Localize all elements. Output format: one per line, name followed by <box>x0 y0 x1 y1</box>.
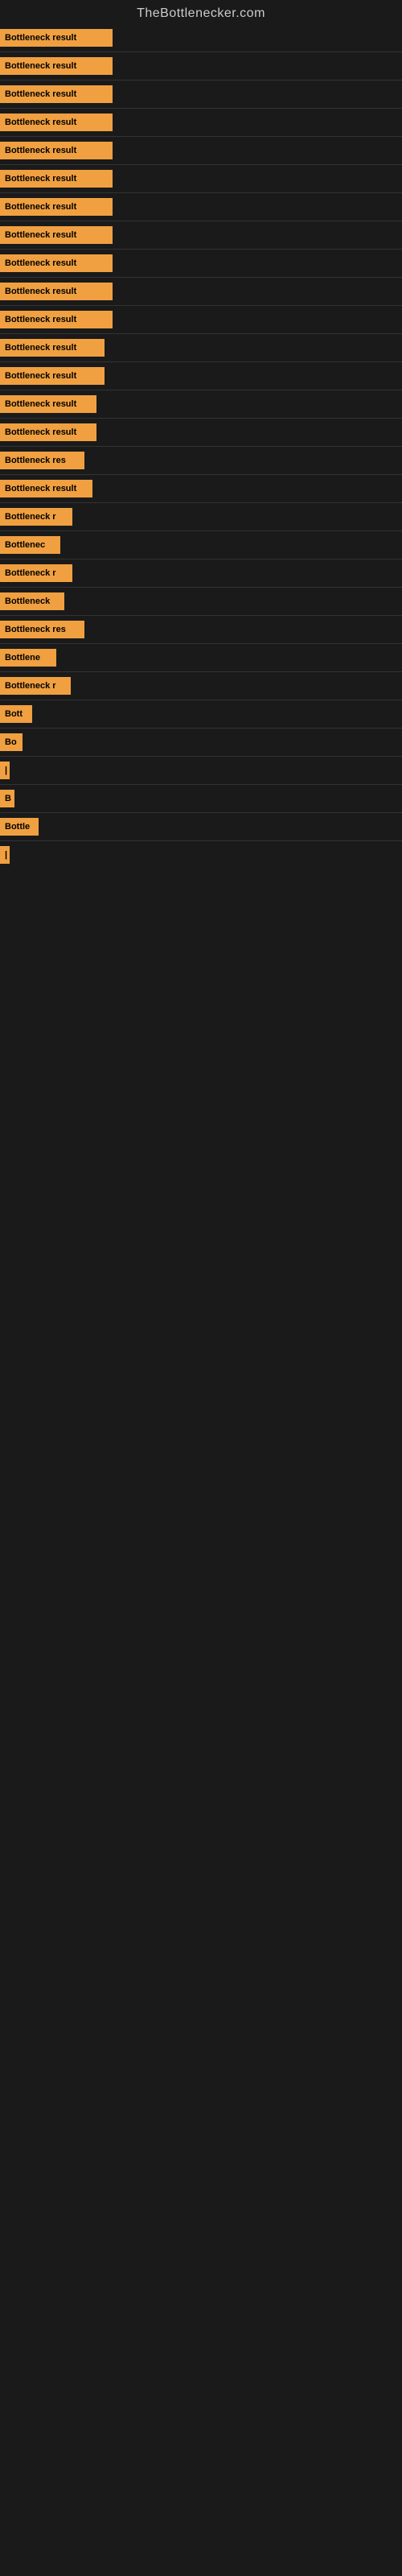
bar-row: Bottleneck r <box>0 559 402 587</box>
bar-label: Bottleneck result <box>0 367 105 385</box>
bar-label: Bottleneck result <box>0 142 113 159</box>
bar-row: B <box>0 785 402 812</box>
bar-row: Bottleneck result <box>0 137 402 164</box>
bar-row: Bottleneck result <box>0 278 402 305</box>
bar-label: | <box>0 846 10 864</box>
bar-label: Bottleneck result <box>0 114 113 131</box>
bar-label: Bottleneck result <box>0 29 113 47</box>
bar-label: Bott <box>0 705 32 723</box>
bar-label: Bottleneck result <box>0 423 96 441</box>
bar-label: Bottleneck result <box>0 311 113 328</box>
bar-label: Bottleneck r <box>0 677 71 695</box>
bar-row: Bottleneck result <box>0 362 402 390</box>
bar-label: | <box>0 762 10 779</box>
bar-label: Bottleneck result <box>0 170 113 188</box>
bar-row: Bottleneck result <box>0 390 402 418</box>
bar-row: Bottleneck result <box>0 221 402 249</box>
bar-label: Bottleneck res <box>0 452 84 469</box>
bar-label: Bottleneck res <box>0 621 84 638</box>
bar-row: Bottlene <box>0 644 402 671</box>
bar-label: Bottlene <box>0 649 56 667</box>
bar-label: Bottleneck result <box>0 57 113 75</box>
bar-row: Bottleneck result <box>0 52 402 80</box>
bar-label: Bottleneck result <box>0 480 92 497</box>
bar-label: Bottleneck result <box>0 395 96 413</box>
bar-row: Bottleneck result <box>0 306 402 333</box>
bar-row: Bottleneck res <box>0 447 402 474</box>
bar-row: Bottleneck result <box>0 165 402 192</box>
bars-container: Bottleneck result Bottleneck result Bottle… <box>0 24 402 869</box>
bar-row: Bottleneck <box>0 588 402 615</box>
bar-row: | <box>0 757 402 784</box>
bar-row: Bottle <box>0 813 402 840</box>
bar-row: Bottlenec <box>0 531 402 559</box>
bar-label: Bottleneck result <box>0 254 113 272</box>
bar-label: Bottleneck result <box>0 339 105 357</box>
bar-row: Bottleneck result <box>0 24 402 52</box>
bar-label: Bottle <box>0 818 39 836</box>
bar-label: Bo <box>0 733 23 751</box>
bar-row: Bottleneck result <box>0 419 402 446</box>
bar-row: Bottleneck r <box>0 672 402 700</box>
bar-row: Bott <box>0 700 402 728</box>
bar-row: Bo <box>0 729 402 756</box>
bar-row: Bottleneck result <box>0 109 402 136</box>
bar-row: Bottleneck result <box>0 334 402 361</box>
bar-label: Bottleneck result <box>0 226 113 244</box>
bar-row: Bottleneck r <box>0 503 402 530</box>
bar-row: Bottleneck result <box>0 475 402 502</box>
bar-row: Bottleneck res <box>0 616 402 643</box>
site-title: TheBottlenecker.com <box>0 0 402 24</box>
bar-row: Bottleneck result <box>0 193 402 221</box>
bar-label: Bottleneck r <box>0 508 72 526</box>
bar-row: Bottleneck result <box>0 250 402 277</box>
bar-label: B <box>0 790 14 807</box>
bar-label: Bottleneck result <box>0 198 113 216</box>
bar-label: Bottleneck result <box>0 85 113 103</box>
bar-label: Bottleneck <box>0 592 64 610</box>
bar-label: Bottleneck result <box>0 283 113 300</box>
bar-label: Bottlenec <box>0 536 60 554</box>
bar-label: Bottleneck r <box>0 564 72 582</box>
bar-row: Bottleneck result <box>0 80 402 108</box>
bar-row: | <box>0 841 402 869</box>
